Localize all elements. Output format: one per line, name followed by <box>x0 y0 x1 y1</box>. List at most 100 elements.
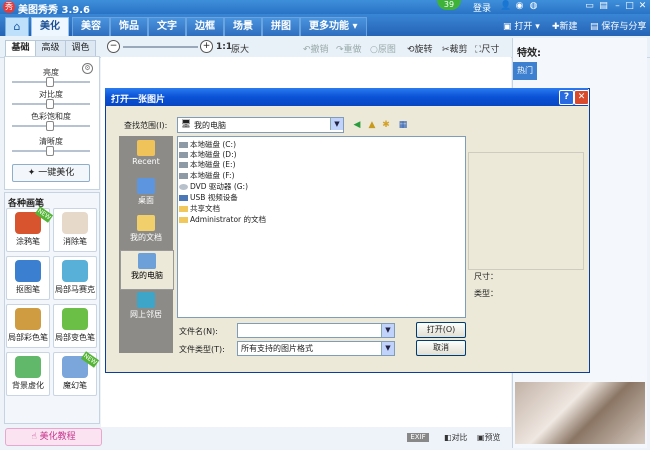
mosaic-brush-label: 局部马赛克 <box>55 285 95 294</box>
list-item[interactable]: USB 视频设备 <box>179 192 238 203</box>
place-my-computer-label: 我的电脑 <box>131 271 163 280</box>
crop-button[interactable]: ✂裁剪 <box>442 42 468 55</box>
list-item[interactable]: DVD 驱动器 (G:) <box>179 181 248 192</box>
open-button[interactable]: 打开(O) <box>416 322 466 338</box>
contrast-knob[interactable] <box>46 99 54 109</box>
sharpness-knob[interactable] <box>46 146 54 156</box>
compare-button[interactable]: ◧对比 <box>444 432 468 443</box>
qq-icon[interactable]: ◍ <box>528 1 539 12</box>
eraser-brush-button[interactable]: 消除笔 <box>53 208 97 252</box>
color-brush-label: 局部彩色笔 <box>8 333 48 342</box>
tutorial-button[interactable]: ☝ 美化教程 <box>5 428 102 446</box>
feedback-icon[interactable]: ▭ <box>584 1 595 12</box>
recolor-brush-label: 局部变色笔 <box>55 333 95 342</box>
undo-button[interactable]: ↶撤销 <box>303 42 329 55</box>
chevron-down-icon: ▼ <box>330 118 343 130</box>
tab-more[interactable]: 更多功能 ▾ <box>300 17 367 37</box>
view-menu-icon[interactable]: ▦ <box>396 120 410 130</box>
tab-scene[interactable]: 场景 <box>224 17 262 37</box>
dialog-close-button[interactable]: ✕ <box>574 90 589 105</box>
tab-color[interactable]: 调色 <box>65 40 96 57</box>
up-folder-icon[interactable]: ▲ <box>367 120 377 130</box>
doodle-brush-label: 涂鸦笔 <box>16 237 40 246</box>
filetype-label: 文件类型(T): <box>179 345 225 354</box>
resize-button[interactable]: ⛶尺寸 <box>475 42 499 55</box>
filename-field[interactable]: ▼ <box>237 323 395 338</box>
filetype-select[interactable]: 所有支持的图片格式 ▼ <box>237 341 395 356</box>
save-share-button[interactable]: ▤ 保存与分享 <box>590 19 646 32</box>
filename-label: 文件名(N): <box>179 327 218 336</box>
minimize-icon[interactable]: – <box>612 1 623 12</box>
tab-basic[interactable]: 基础 <box>5 40 36 57</box>
new-folder-icon[interactable]: ✱ <box>381 120 391 130</box>
saturation-knob[interactable] <box>46 121 54 131</box>
recolor-brush-button[interactable]: 局部变色笔 <box>53 304 97 348</box>
place-network-label: 网上邻居 <box>130 310 162 319</box>
tab-text[interactable]: 文字 <box>148 17 186 37</box>
mosaic-brush-button[interactable]: 局部马赛克 <box>53 256 97 300</box>
cutout-brush-label: 抠图笔 <box>16 285 40 294</box>
tab-beauty[interactable]: 美容 <box>72 17 110 37</box>
list-item[interactable]: 本地磁盘 (F:) <box>179 170 235 181</box>
drive-icon <box>179 173 188 179</box>
place-network[interactable]: 网上邻居 <box>120 290 172 328</box>
chevron-down-icon[interactable]: ▼ <box>381 324 394 337</box>
list-item[interactable]: 本地磁盘 (E:) <box>179 159 236 170</box>
home-button[interactable]: ⌂ <box>5 17 29 37</box>
crop-label: 裁剪 <box>449 45 468 55</box>
exif-button[interactable]: EXIF <box>407 433 429 442</box>
tab-advanced[interactable]: 高级 <box>35 40 66 57</box>
list-item[interactable]: 共享文档 <box>179 203 220 214</box>
place-documents-label: 我的文档 <box>130 233 162 242</box>
list-item[interactable]: Administrator 的文档 <box>179 214 266 225</box>
undo-label: 撤销 <box>310 45 329 55</box>
zoom-reset[interactable]: 1:1 <box>216 42 232 52</box>
one-key-beautify-button[interactable]: ✦ 一键美化 <box>12 164 90 182</box>
open-menu[interactable]: ▣ 打开 ▾ <box>503 19 540 32</box>
zoom-slider[interactable] <box>123 46 198 48</box>
blur-bg-button[interactable]: 背景虚化 <box>6 352 50 396</box>
close-icon[interactable]: ✕ <box>637 1 648 12</box>
drive-icon <box>179 162 188 168</box>
tab-accessories[interactable]: 饰品 <box>110 17 148 37</box>
tab-hot[interactable]: 热门 <box>513 62 537 80</box>
user-icon[interactable]: 👤 <box>500 1 511 12</box>
tab-frame[interactable]: 边框 <box>186 17 224 37</box>
effects-title: 特效: <box>517 48 541 59</box>
recolor-icon <box>62 308 88 330</box>
preview-button[interactable]: ▣预览 <box>477 432 501 443</box>
cancel-button[interactable]: 取消 <box>416 340 466 356</box>
place-my-computer[interactable]: 我的电脑 <box>120 250 174 290</box>
login-link[interactable]: 登录 <box>473 1 491 14</box>
original-button[interactable]: ○原图 <box>370 42 396 55</box>
back-icon[interactable]: ◀ <box>352 120 362 130</box>
cutout-brush-button[interactable]: 抠图笔 <box>6 256 50 300</box>
skin-icon[interactable]: ▤ <box>598 1 609 12</box>
rotate-button[interactable]: ⟲旋转 <box>407 42 433 55</box>
help-button[interactable]: ? <box>559 90 574 105</box>
tab-collage[interactable]: 拼图 <box>262 17 300 37</box>
new-button[interactable]: ✚新建 <box>552 19 578 32</box>
maximize-icon[interactable]: □ <box>624 1 635 12</box>
size-label: 尺寸： <box>474 272 498 281</box>
zoom-out-icon[interactable]: − <box>107 40 120 53</box>
place-desktop[interactable]: 桌面 <box>120 176 172 214</box>
computer-icon: 🖥 <box>181 119 192 128</box>
redo-button[interactable]: ↷重做 <box>336 42 362 55</box>
title-bar <box>0 0 650 14</box>
place-recent[interactable]: Recent <box>120 138 172 176</box>
color-brush-button[interactable]: 局部彩色笔 <box>6 304 50 348</box>
weibo-icon[interactable]: ◉ <box>514 1 525 12</box>
zoom-in-icon[interactable]: + <box>200 40 213 53</box>
ad-banner[interactable] <box>515 382 645 444</box>
blur-bg-label: 背景虚化 <box>12 381 44 390</box>
place-documents[interactable]: 我的文档 <box>120 213 172 251</box>
drive-icon <box>179 152 188 158</box>
tab-beautify[interactable]: 美化 <box>31 17 69 37</box>
original-size[interactable]: 原大 <box>231 42 249 55</box>
file-name: DVD 驱动器 (G:) <box>190 182 249 191</box>
brightness-knob[interactable] <box>46 77 54 87</box>
magic-brush-label: 魔幻笔 <box>63 381 87 390</box>
preview-pane <box>468 152 584 270</box>
look-in-select[interactable]: 🖥 我的电脑 ▼ <box>177 117 344 133</box>
